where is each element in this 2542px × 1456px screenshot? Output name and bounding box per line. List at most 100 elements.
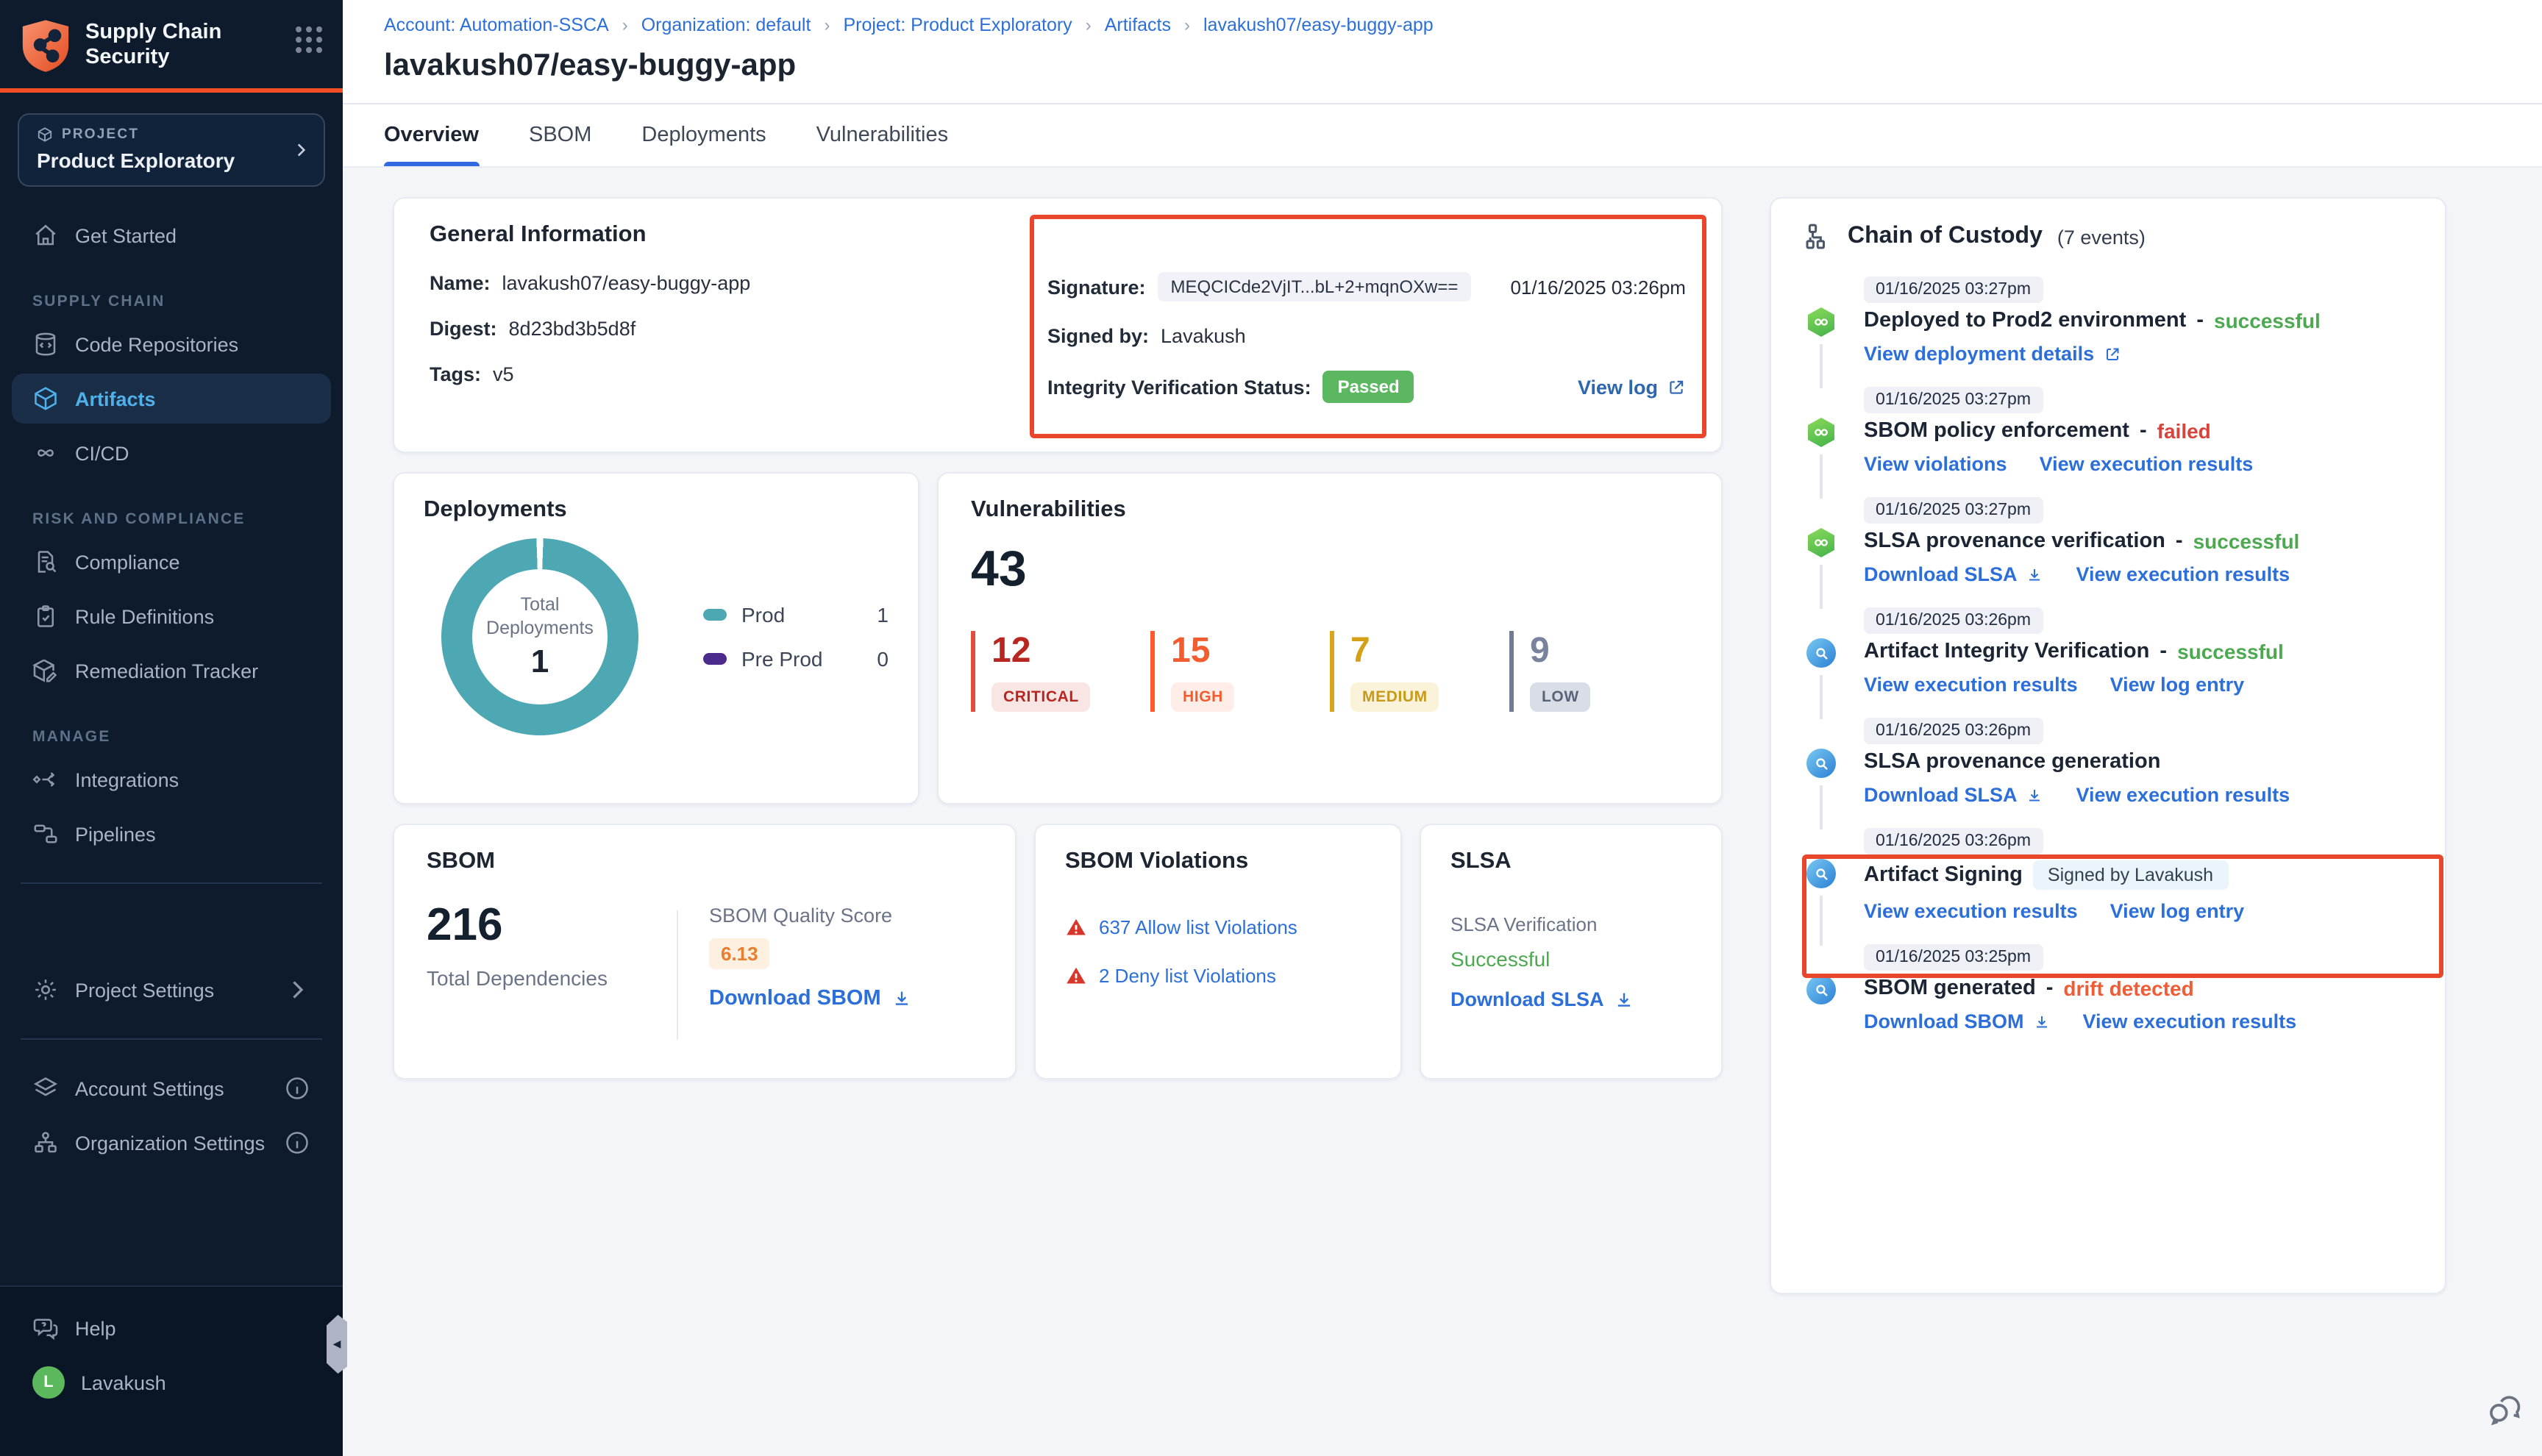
breadcrumb-project[interactable]: Project: Product Exploratory <box>843 15 1072 35</box>
brand-accent-line <box>0 88 343 93</box>
tags-label: Tags: <box>430 363 481 385</box>
tab-vulnerabilities[interactable]: Vulnerabilities <box>816 104 948 166</box>
donut-center-value: 1 <box>531 643 549 682</box>
project-label: PROJECT <box>62 126 139 143</box>
sidebar-item-integrations[interactable]: Integrations <box>12 754 331 804</box>
project-selector[interactable]: PROJECT Product Exploratory <box>18 113 325 187</box>
sidebar-item-cicd[interactable]: CI/CD <box>12 428 331 478</box>
breadcrumb-organization[interactable]: Organization: default <box>641 15 811 35</box>
repository-icon <box>32 331 59 357</box>
allow-list-violations-link[interactable]: 637 Allow list Violations <box>1099 916 1297 938</box>
hierarchy-icon <box>1804 222 1833 251</box>
severity-high: 15 HIGH <box>1150 631 1330 712</box>
event-timestamp: 01/16/2025 03:27pm <box>1864 497 2043 524</box>
event-status: drift detected <box>2063 977 2193 1000</box>
user-menu[interactable]: L Lavakush <box>12 1357 331 1407</box>
view-violations-link[interactable]: View violations <box>1864 453 2007 475</box>
tab-overview[interactable]: Overview <box>384 104 479 166</box>
sidebar-footer: Help L Lavakush <box>0 1285 343 1456</box>
warning-icon <box>1065 965 1087 987</box>
deployments-legend: Prod 1 Pre Prod 0 <box>703 582 889 691</box>
view-deployment-details-link[interactable]: View deployment details <box>1864 343 2121 365</box>
deployments-card: Deployments Total Deployments 1 <box>393 472 919 804</box>
event-title: SLSA provenance verification <box>1864 529 2165 553</box>
download-icon <box>1614 989 1635 1010</box>
signature-label: Signature: <box>1047 276 1146 298</box>
chain-event-integrity-verification: 01/16/2025 03:26pm Artifact Integrity Ve… <box>1806 606 2413 696</box>
gear-icon <box>32 977 59 1003</box>
download-slsa-link[interactable]: Download SLSA <box>1864 784 2044 806</box>
sidebar-item-pipelines[interactable]: Pipelines <box>12 809 331 859</box>
sidebar-item-project-settings[interactable]: Project Settings <box>12 965 331 1015</box>
sbom-card: SBOM 216 Total Dependencies SBOM Quality… <box>393 824 1017 1079</box>
card-title: General Information <box>430 222 1686 249</box>
view-log-entry-link[interactable]: View log entry <box>2110 674 2245 696</box>
sidebar-collapse-handle[interactable]: ◀ <box>327 1315 347 1374</box>
app-root: Supply Chain Security PROJECT Product Ex… <box>0 0 2542 1456</box>
pipelines-icon <box>32 821 59 847</box>
pipeline-icon <box>1806 528 1836 557</box>
event-title: SBOM policy enforcement <box>1864 419 2129 443</box>
event-status: successful <box>2177 640 2284 663</box>
sidebar-item-account-settings[interactable]: Account Settings <box>12 1063 331 1113</box>
deny-list-violations-link[interactable]: 2 Deny list Violations <box>1099 965 1276 987</box>
event-title: SLSA provenance generation <box>1864 750 2160 774</box>
clipboard-check-icon <box>32 603 59 629</box>
content: General Information Name:lavakush07/easy… <box>343 168 2542 1455</box>
tab-deployments[interactable]: Deployments <box>641 104 766 166</box>
sidebar-item-remediation-tracker[interactable]: Remediation Tracker <box>12 646 331 696</box>
view-execution-results-link[interactable]: View execution results <box>2076 563 2290 585</box>
sidebar-section-manage: MANAGE <box>0 700 343 750</box>
view-execution-results-link[interactable]: View execution results <box>2040 453 2254 475</box>
sidebar-divider <box>21 1038 322 1040</box>
user-avatar: L <box>32 1366 65 1399</box>
signature-value[interactable]: MEQCICde2VjIT...bL+2+mqnOXw== <box>1158 272 1472 301</box>
chevron-right-icon <box>284 977 310 1003</box>
sidebar-item-get-started[interactable]: Get Started <box>12 210 331 260</box>
sidebar-item-rule-definitions[interactable]: Rule Definitions <box>12 591 331 641</box>
sbom-violations-card: SBOM Violations 637 Allow list Violation… <box>1034 824 1402 1079</box>
event-title: Deployed to Prod2 environment <box>1864 309 2186 332</box>
sidebar: Supply Chain Security PROJECT Product Ex… <box>0 0 343 1456</box>
support-chat-icon[interactable] <box>2486 1391 2524 1430</box>
event-timestamp: 01/16/2025 03:25pm <box>1864 944 2043 971</box>
view-execution-results-link[interactable]: View execution results <box>2076 784 2290 806</box>
signed-by-label: Signed by: <box>1047 325 1149 347</box>
sidebar-item-artifacts[interactable]: Artifacts <box>12 374 331 424</box>
warning-icon <box>1065 916 1087 938</box>
general-information-card: General Information Name:lavakush07/easy… <box>393 197 1723 453</box>
name-label: Name: <box>430 272 491 294</box>
sidebar-item-compliance[interactable]: Compliance <box>12 537 331 587</box>
infinity-icon <box>32 440 59 466</box>
event-title: Artifact Integrity Verification <box>1864 640 2149 663</box>
slsa-verification-status: Successful <box>1450 947 1692 971</box>
slsa-card: SLSA SLSA Verification Successful Downlo… <box>1420 824 1723 1079</box>
legend-item-prod: Prod 1 <box>703 603 889 627</box>
download-sbom-link[interactable]: Download SBOM <box>1864 1010 2051 1032</box>
download-slsa-link[interactable]: Download SLSA <box>1864 563 2044 585</box>
view-log-entry-link[interactable]: View log entry <box>2110 900 2245 922</box>
sidebar-item-organization-settings[interactable]: Organization Settings <box>12 1118 331 1168</box>
view-execution-results-link[interactable]: View execution results <box>1864 674 2078 696</box>
chain-event-deployed: 01/16/2025 03:27pm Deployed to Prod2 env… <box>1806 275 2413 365</box>
breadcrumb-current[interactable]: lavakush07/easy-buggy-app <box>1203 15 1434 35</box>
download-slsa-link[interactable]: Download SLSA <box>1450 988 1692 1010</box>
tab-sbom[interactable]: SBOM <box>529 104 591 166</box>
sidebar-item-help[interactable]: Help <box>12 1303 331 1353</box>
scan-icon <box>1806 638 1836 668</box>
view-execution-results-link[interactable]: View execution results <box>1864 900 2078 922</box>
download-sbom-link[interactable]: Download SBOM <box>709 987 912 1010</box>
view-execution-results-link[interactable]: View execution results <box>2083 1010 2297 1032</box>
legend-swatch <box>703 609 727 621</box>
app-switcher-icon[interactable] <box>296 26 322 53</box>
event-status: successful <box>2214 309 2321 332</box>
breadcrumb-account[interactable]: Account: Automation-SSCA <box>384 15 609 35</box>
breadcrumb-artifacts[interactable]: Artifacts <box>1105 15 1171 35</box>
view-log-link[interactable]: View log <box>1578 376 1686 398</box>
sidebar-item-code-repositories[interactable]: Code Repositories <box>12 319 331 369</box>
deny-list-violations-row: 2 Deny list Violations <box>1065 965 1371 987</box>
chain-events-count: (7 events) <box>2057 226 2146 248</box>
info-icon <box>284 1130 310 1156</box>
divider <box>677 910 678 1040</box>
chain-event-artifact-signing: 01/16/2025 03:26pm Artifact Signing Sign… <box>1806 827 2413 922</box>
